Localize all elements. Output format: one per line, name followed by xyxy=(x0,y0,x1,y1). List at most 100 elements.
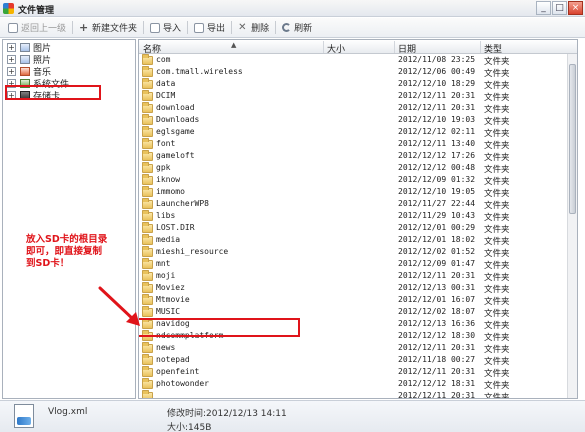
table-row[interactable]: eglsgame 2012/12/12 02:11 文件夹 xyxy=(139,126,577,139)
tree-item-pictures[interactable]: + 图片 xyxy=(7,42,51,54)
table-row[interactable]: mieshi_resource 2012/12/02 01:52 文件夹 xyxy=(139,246,577,259)
expand-icon[interactable]: + xyxy=(7,55,16,64)
folder-icon xyxy=(142,54,153,65)
column-header-date[interactable]: 日期 xyxy=(398,42,416,55)
column-divider[interactable] xyxy=(480,41,481,53)
table-row[interactable]: photowonder 2012/12/12 18:31 文件夹 xyxy=(139,378,577,391)
cell-name: LOST.DIR xyxy=(156,223,195,232)
table-row[interactable]: Mtmovie 2012/12/01 16:07 文件夹 xyxy=(139,294,577,307)
cell-date: 2012/11/27 22:44 xyxy=(398,199,476,208)
table-row[interactable]: news 2012/12/11 20:31 文件夹 xyxy=(139,342,577,355)
delete-button[interactable]: ✕ 删除 xyxy=(234,20,273,36)
folder-icon xyxy=(142,78,153,89)
folder-icon xyxy=(142,210,153,221)
table-row[interactable]: 2012/12/11 20:31 文件夹 xyxy=(139,390,577,399)
annotation-line: 放入SD卡的根目录 xyxy=(26,234,108,245)
cell-type: 文件夹 xyxy=(484,249,510,259)
cell-type: 文件夹 xyxy=(484,381,510,391)
title-bar: 文件管理 _ □ × xyxy=(0,0,585,17)
table-row[interactable]: moji 2012/12/11 20:31 文件夹 xyxy=(139,270,577,283)
table-row[interactable]: media 2012/12/01 18:02 文件夹 xyxy=(139,234,577,247)
cell-date: 2012/12/01 00:29 xyxy=(398,223,476,232)
minimize-button[interactable]: _ xyxy=(536,1,551,15)
cell-name: Mtmovie xyxy=(156,295,190,304)
annotation-line: 即可，即直接复制 xyxy=(26,246,103,257)
cell-name: gameloft xyxy=(156,151,195,160)
column-header-size[interactable]: 大小 xyxy=(327,42,345,55)
import-icon xyxy=(150,22,161,33)
refresh-icon xyxy=(282,23,292,32)
table-row[interactable]: DCIM 2012/12/11 20:31 文件夹 xyxy=(139,90,577,103)
tree-item-music[interactable]: + 音乐 xyxy=(7,66,51,78)
window-controls: _ □ × xyxy=(536,1,583,15)
table-row[interactable]: font 2012/12/11 13:40 文件夹 xyxy=(139,138,577,151)
table-row[interactable]: data 2012/12/10 18:29 文件夹 xyxy=(139,78,577,91)
expand-icon[interactable]: + xyxy=(7,43,16,52)
cell-type: 文件夹 xyxy=(484,285,510,295)
picture-icon xyxy=(20,43,30,52)
table-row[interactable]: Downloads 2012/12/10 19:03 文件夹 xyxy=(139,114,577,127)
table-row[interactable]: LOST.DIR 2012/12/01 00:29 文件夹 xyxy=(139,222,577,235)
cell-name: Moviez xyxy=(156,283,185,292)
cell-date: 2012/12/12 17:26 xyxy=(398,151,476,160)
close-button[interactable]: × xyxy=(568,1,583,15)
expand-icon[interactable]: + xyxy=(7,67,16,76)
cell-type: 文件夹 xyxy=(484,129,510,139)
cell-name: notepad xyxy=(156,355,190,364)
column-divider[interactable] xyxy=(394,41,395,53)
table-row[interactable]: notepad 2012/11/18 00:27 文件夹 xyxy=(139,354,577,367)
import-button[interactable]: 导入 xyxy=(146,20,185,36)
table-row[interactable]: gameloft 2012/12/12 17:26 文件夹 xyxy=(139,150,577,163)
file-size: 大小:145B xyxy=(167,420,211,432)
column-divider[interactable] xyxy=(323,41,324,53)
annotation-line: 到SD卡！ xyxy=(26,258,70,269)
table-row[interactable]: mnt 2012/12/09 01:47 文件夹 xyxy=(139,258,577,271)
cell-name: moji xyxy=(156,271,176,280)
table-row[interactable]: LauncherWP8 2012/11/27 22:44 文件夹 xyxy=(139,198,577,211)
folder-icon xyxy=(142,150,153,161)
table-row[interactable]: openfeint 2012/12/11 20:31 文件夹 xyxy=(139,366,577,379)
scrollbar-thumb[interactable] xyxy=(569,64,576,214)
cell-type: 文件夹 xyxy=(484,393,510,399)
cell-name: com xyxy=(156,55,171,64)
table-row[interactable]: immomo 2012/12/10 19:05 文件夹 xyxy=(139,186,577,199)
delete-icon: ✕ xyxy=(238,21,247,33)
table-row[interactable]: com 2012/11/08 23:25 文件夹 xyxy=(139,54,577,67)
plus-icon: + xyxy=(79,20,89,34)
cell-type: 文件夹 xyxy=(484,141,510,151)
window-title: 文件管理 xyxy=(18,6,55,16)
table-row[interactable]: iknow 2012/12/09 01:32 文件夹 xyxy=(139,174,577,187)
cell-name: media xyxy=(156,235,181,244)
cell-type: 文件夹 xyxy=(484,273,510,283)
folder-icon xyxy=(142,234,153,245)
maximize-button[interactable]: □ xyxy=(552,1,567,15)
cell-name: gpk xyxy=(156,163,171,172)
folder-icon xyxy=(142,378,153,389)
photo-icon xyxy=(20,55,30,64)
table-row[interactable]: libs 2012/11/29 10:43 文件夹 xyxy=(139,210,577,223)
table-row[interactable]: download 2012/12/11 20:31 文件夹 xyxy=(139,102,577,115)
cell-date: 2012/12/12 00:48 xyxy=(398,163,476,172)
cell-type: 文件夹 xyxy=(484,333,510,343)
list-header: 名称 ▲ 大小 日期 类型 xyxy=(139,40,577,55)
export-button[interactable]: 导出 xyxy=(190,20,229,36)
size-label: 大小: xyxy=(167,423,189,432)
table-row[interactable]: com.tmall.wireless 2012/12/06 00:49 文件夹 xyxy=(139,66,577,79)
back-button[interactable]: 返回上一级 xyxy=(4,20,70,36)
column-header-type[interactable]: 类型 xyxy=(484,42,502,55)
refresh-button[interactable]: 刷新 xyxy=(278,20,316,36)
back-label: 返回上一级 xyxy=(21,24,67,34)
toolbar-divider xyxy=(143,21,145,34)
cell-name: libs xyxy=(156,211,176,220)
cell-type: 文件夹 xyxy=(484,81,510,91)
cell-date: 2012/12/01 16:07 xyxy=(398,295,476,304)
vertical-scrollbar[interactable] xyxy=(567,54,577,398)
table-row[interactable]: MUSIC 2012/12/02 18:07 文件夹 xyxy=(139,306,577,319)
table-row[interactable]: gpk 2012/12/12 00:48 文件夹 xyxy=(139,162,577,175)
tree-item-photos[interactable]: + 照片 xyxy=(7,54,51,66)
cell-date: 2012/12/09 01:47 xyxy=(398,259,476,268)
table-row[interactable]: Moviez 2012/12/13 00:31 文件夹 xyxy=(139,282,577,295)
folder-tree: + 图片 + 照片 + 音乐 + 系统文件 + 存储卡 xyxy=(2,39,136,399)
new-folder-button[interactable]: + 新建文件夹 xyxy=(75,20,141,36)
import-label: 导入 xyxy=(163,24,182,34)
